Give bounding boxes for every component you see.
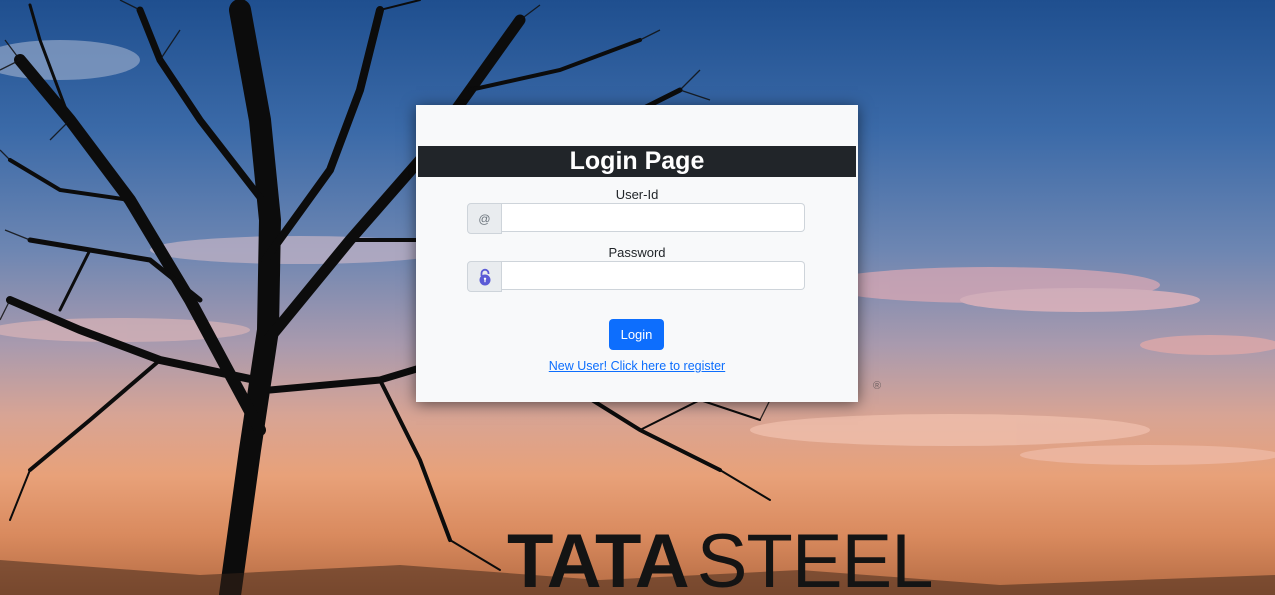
user-id-group: @	[467, 203, 805, 234]
user-id-label: User-Id	[615, 187, 659, 202]
user-id-input[interactable]	[502, 203, 805, 232]
login-card: Login Page User-Id @ Password Login New …	[416, 105, 858, 402]
lock-icon	[467, 261, 502, 292]
brand-text-bold: TATA	[507, 519, 690, 595]
password-group	[467, 261, 805, 292]
password-input[interactable]	[502, 261, 805, 290]
login-button[interactable]: Login	[609, 319, 664, 350]
register-link[interactable]: New User! Click here to register	[416, 359, 858, 373]
lock-icon-svg	[479, 268, 490, 285]
brand-text-regular: STEEL	[696, 519, 934, 595]
registered-mark: ®	[873, 380, 882, 392]
password-label: Password	[608, 245, 666, 260]
at-sign-icon: @	[467, 203, 502, 234]
page-title: Login Page	[418, 146, 856, 177]
brand-logo-text: TATA STEEL	[507, 519, 934, 595]
